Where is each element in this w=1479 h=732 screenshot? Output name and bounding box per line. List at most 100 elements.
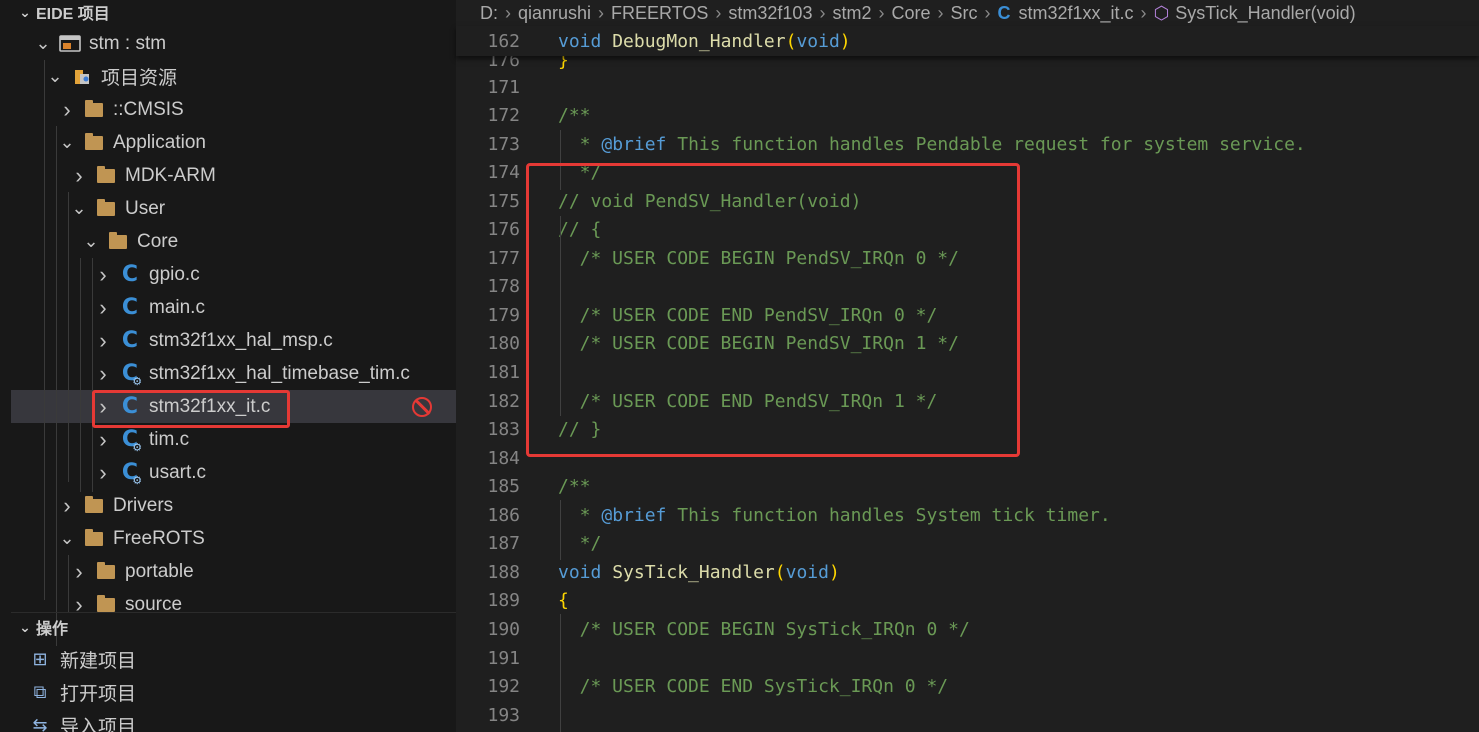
tree-item-label: stm : stm: [89, 32, 167, 54]
action-item[interactable]: ⧉ 打开项目: [28, 677, 136, 707]
code-line[interactable]: 185 /**: [456, 473, 1479, 501]
folder-icon: [95, 165, 117, 187]
line-number: 188: [487, 561, 520, 583]
code-line[interactable]: 188 void SysTick_Handler(void): [456, 558, 1479, 586]
section-title: 操作: [36, 621, 69, 638]
line-number: 192: [487, 676, 520, 698]
chevron-right-icon[interactable]: ›: [93, 262, 113, 287]
chevron-right-icon[interactable]: ›: [69, 163, 89, 188]
code-line[interactable]: 191: [456, 644, 1479, 672]
line-number: 184: [487, 447, 520, 469]
tree-item[interactable]: › portable: [11, 555, 456, 588]
tree-item[interactable]: ›::CMSIS: [11, 93, 456, 126]
action-label: 打开项目: [60, 683, 137, 705]
line-number: 174: [487, 162, 520, 184]
chevron-right-icon: ›: [984, 2, 991, 23]
code-text: /**: [558, 105, 591, 127]
section-divider: [11, 612, 456, 613]
code-text: void SysTick_Handler(void): [558, 561, 840, 583]
tree-item-label: Drivers: [113, 494, 174, 516]
chevron-right-icon: ›: [715, 2, 722, 23]
chevron-right-icon: ›: [878, 2, 885, 23]
tree-item[interactable]: ⌄ 项目资源: [11, 60, 456, 93]
action-label: 导入项目: [60, 716, 137, 732]
tree-item[interactable]: › Drivers: [11, 489, 456, 522]
breadcrumb-item[interactable]: Src: [951, 3, 978, 24]
chevron-right-icon: ›: [819, 2, 826, 23]
code-line[interactable]: 173 * @brief This function handles Penda…: [456, 130, 1479, 158]
action-item[interactable]: ⇆ 导入项目: [28, 710, 136, 732]
chevron-right-icon[interactable]: ›: [57, 97, 77, 122]
project-icon: [59, 33, 81, 55]
action-item[interactable]: ⊞ 新建项目: [28, 644, 136, 674]
line-number: 182: [487, 390, 520, 412]
tree-item[interactable]: › Cgpio.c: [11, 258, 456, 291]
chevron-right-icon[interactable]: ›: [93, 328, 113, 353]
chevron-down-icon[interactable]: ⌄: [57, 132, 77, 153]
chevron-right-icon[interactable]: ›: [93, 460, 113, 485]
line-number: 193: [487, 704, 520, 726]
chevron-right-icon[interactable]: ›: [69, 559, 89, 584]
tree-item-label: main.c: [149, 296, 205, 318]
breadcrumb-item[interactable]: stm2: [832, 3, 871, 24]
tree-item-label: Application: [113, 131, 206, 153]
chevron-down-icon[interactable]: ⌄: [69, 198, 89, 219]
tree-item[interactable]: ⌄ Core: [11, 225, 456, 258]
breadcrumb-item[interactable]: stm32f1xx_it.c: [1019, 3, 1134, 24]
tree-item[interactable]: › Cstm32f1xx_hal_msp.c: [11, 324, 456, 357]
actions-section-header[interactable]: ⌄ 操作: [0, 615, 456, 639]
line-number: 177: [487, 247, 520, 269]
chevron-right-icon[interactable]: ›: [57, 493, 77, 518]
tree-item[interactable]: ⌄ FreeROTS: [11, 522, 456, 555]
breadcrumb-item[interactable]: D:: [480, 3, 498, 24]
code-line[interactable]: 162 void DebugMon_Handler(void): [456, 27, 1479, 55]
line-number: 162: [487, 30, 520, 52]
eide-project-section-header[interactable]: ⌄ EIDE 项目: [0, 0, 456, 24]
line-number: 181: [487, 362, 520, 383]
c-file-gear-icon: C ⚙: [121, 426, 143, 454]
chevron-down-icon[interactable]: ⌄: [33, 33, 53, 54]
chevron-right-icon[interactable]: ›: [93, 361, 113, 386]
line-number: 185: [487, 476, 520, 498]
breadcrumb-item[interactable]: qianrushi: [518, 3, 591, 24]
tree-item[interactable]: ⌄ User: [11, 192, 456, 225]
annotation-highlight-box: [92, 390, 290, 428]
breadcrumb-item[interactable]: stm32f103: [728, 3, 812, 24]
indent-guide: [560, 500, 561, 560]
breadcrumb-item[interactable]: FREERTOS: [611, 3, 708, 24]
c-file-icon: C: [121, 327, 139, 353]
chevron-right-icon[interactable]: ›: [93, 295, 113, 320]
code-line[interactable]: 171: [456, 73, 1479, 101]
tree-item[interactable]: › C ⚙ stm32f1xx_hal_timebase_tim.c: [11, 357, 456, 390]
code-line[interactable]: 189 {: [456, 587, 1479, 615]
tree-item[interactable]: › Cmain.c: [11, 291, 456, 324]
code-line[interactable]: 186 * @brief This function handles Syste…: [456, 501, 1479, 529]
sticky-scroll-header[interactable]: 162 void DebugMon_Handler(void): [456, 26, 1479, 56]
symbol-method-icon: ⬡: [1153, 2, 1170, 23]
tree-item-label: MDK-ARM: [125, 164, 216, 186]
tree-item-label: ::CMSIS: [113, 98, 184, 120]
folder-icon: [83, 528, 105, 550]
code-line[interactable]: 172 /**: [456, 102, 1479, 130]
line-number: 179: [487, 304, 520, 326]
folder-icon: [83, 99, 105, 121]
tree-item[interactable]: ⌄ stm : stm: [11, 27, 456, 60]
code-line[interactable]: 187 */: [456, 530, 1479, 558]
line-number: 183: [487, 419, 520, 441]
code-line[interactable]: 190 /* USER CODE BEGIN SysTick_IRQn 0 */: [456, 615, 1479, 643]
indent-guide: [68, 192, 69, 482]
breadcrumb-item[interactable]: SysTick_Handler(void): [1175, 3, 1355, 24]
tree-item[interactable]: › C ⚙ usart.c: [11, 456, 456, 489]
chevron-down-icon[interactable]: ⌄: [81, 231, 101, 252]
code-line[interactable]: 192 /* USER CODE END SysTick_IRQn 0 */: [456, 673, 1479, 701]
chevron-right-icon[interactable]: ›: [93, 427, 113, 452]
breadcrumb-item[interactable]: Core: [891, 3, 930, 24]
tree-item[interactable]: ⌄ Application: [11, 126, 456, 159]
code-editor[interactable]: D: › qianrushi › FREERTOS › stm32f103 › stm2 › Cor…: [456, 0, 1479, 732]
chevron-down-icon[interactable]: ⌄: [45, 66, 65, 87]
c-file-icon: C: [997, 2, 1011, 23]
code-line[interactable]: 193: [456, 701, 1479, 729]
chevron-down-icon[interactable]: ⌄: [57, 528, 77, 549]
tree-item[interactable]: › MDK-ARM: [11, 159, 456, 192]
tree-item-label: gpio.c: [149, 263, 200, 285]
